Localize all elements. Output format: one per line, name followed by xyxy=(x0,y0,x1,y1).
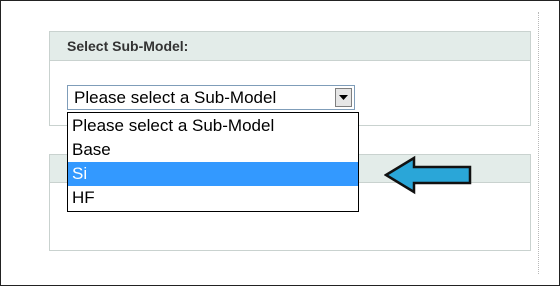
select-current-value: Please select a Sub-Model xyxy=(74,88,277,107)
dropdown-option-si[interactable]: Si xyxy=(68,162,358,186)
left-arrow-icon xyxy=(384,155,472,195)
dropdown-option-base[interactable]: Base xyxy=(68,138,358,162)
panel-title: Select Sub-Model: xyxy=(67,38,189,54)
chevron-down-icon xyxy=(339,95,348,100)
sub-model-panel-header: Select Sub-Model: xyxy=(50,32,530,61)
sub-model-dropdown-list: Please select a Sub-Model Base Si HF xyxy=(67,112,359,212)
sub-model-select[interactable]: Please select a Sub-Model xyxy=(67,85,355,110)
dropdown-option-placeholder[interactable]: Please select a Sub-Model xyxy=(68,114,358,138)
column-divider xyxy=(538,12,539,274)
dropdown-option-hf[interactable]: HF xyxy=(68,186,358,210)
select-dropdown-button[interactable] xyxy=(335,88,352,107)
